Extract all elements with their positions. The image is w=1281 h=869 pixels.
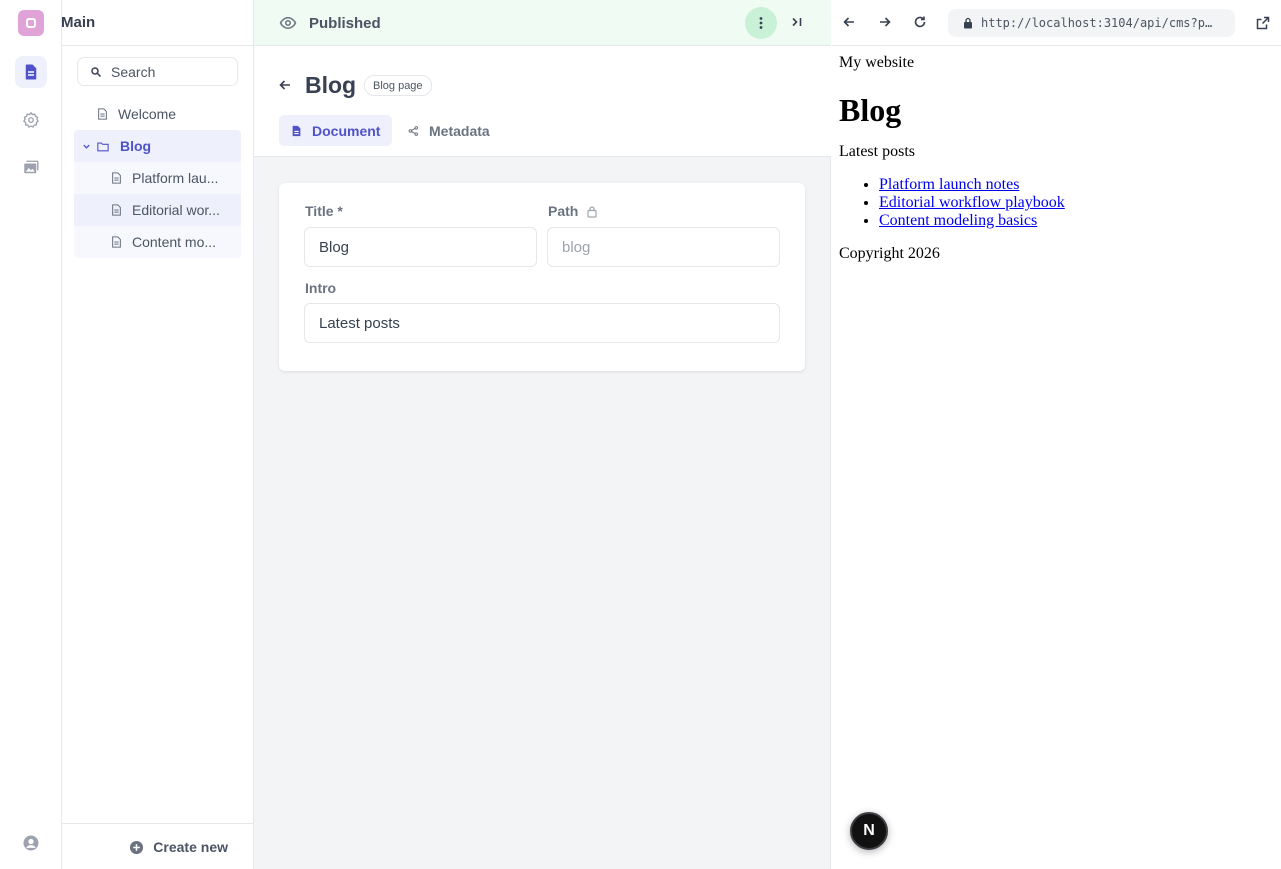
post-link[interactable]: Platform launch notes: [879, 176, 1019, 193]
content-nav-button[interactable]: [15, 56, 47, 88]
tree-item-blog[interactable]: Blog: [74, 130, 241, 162]
share-icon: [408, 125, 419, 136]
back-icon[interactable]: [842, 15, 856, 29]
tab-document[interactable]: Document: [279, 115, 393, 146]
tree-item-platform-launch[interactable]: Platform lau...: [74, 162, 241, 194]
site-brand: My website: [839, 54, 915, 71]
user-avatar-icon[interactable]: [22, 834, 40, 852]
tree-item-editorial-workflow[interactable]: Editorial wor...: [74, 194, 241, 226]
document-icon: [98, 108, 107, 120]
list-item: Editorial workflow playbook: [879, 194, 1269, 212]
icon-rail: [0, 0, 62, 869]
gear-icon: [22, 111, 40, 128]
site-footer: Copyright 2026: [839, 245, 940, 262]
collapse-panel-icon[interactable]: [790, 15, 804, 29]
intro-label-text: Intro: [305, 280, 337, 296]
media-nav-button[interactable]: [15, 152, 47, 184]
search-icon: [91, 66, 102, 77]
forward-icon[interactable]: [878, 15, 892, 29]
list-item: Platform launch notes: [879, 176, 1269, 194]
chevron-down-icon[interactable]: [82, 142, 91, 151]
post-link[interactable]: Editorial workflow playbook: [879, 194, 1065, 211]
folder-icon: [97, 142, 109, 151]
reload-icon[interactable]: [913, 15, 927, 29]
preview-panel: http://localhost:3104/api/cms?preview My…: [832, 0, 1281, 869]
title-label: Title *: [305, 203, 343, 219]
document-icon: [112, 236, 121, 248]
content-tree: Welcome Blog Platform lau... Editorial w…: [74, 98, 241, 258]
create-new-label: Create new: [153, 839, 228, 855]
site-preview: My website Blog Latest posts Platform la…: [839, 54, 1269, 263]
more-actions-button[interactable]: [745, 7, 777, 39]
search-box[interactable]: [77, 57, 238, 86]
title-label-text: Title *: [305, 203, 343, 219]
document-title: Blog: [305, 72, 357, 98]
path-label: Path: [548, 203, 598, 219]
content-sidebar: Main Welcome Blog Platform lau... Editor…: [61, 0, 254, 869]
path-label-text: Path: [548, 203, 579, 219]
post-link[interactable]: Content modeling basics: [879, 212, 1037, 229]
search-input[interactable]: [111, 63, 231, 80]
external-link-icon[interactable]: [1256, 16, 1270, 30]
images-icon: [24, 160, 39, 174]
next-logo-letter: N: [863, 822, 875, 839]
title-field[interactable]: Blog: [304, 227, 537, 267]
tree-item-welcome[interactable]: Welcome: [74, 98, 241, 130]
eye-icon: [279, 16, 297, 30]
list-item: Content modeling basics: [879, 212, 1269, 230]
lock-icon: [587, 205, 597, 218]
status-bar: Published: [254, 0, 831, 46]
document-icon: [112, 204, 121, 216]
path-field[interactable]: blog: [547, 227, 780, 267]
plus-circle-icon: [130, 840, 144, 854]
tab-metadata[interactable]: Metadata: [396, 115, 502, 146]
document-form: Title * Blog Path blog Intro Latest post…: [279, 183, 805, 371]
sidebar-footer: Create new: [62, 823, 254, 869]
app-logo-icon[interactable]: [18, 10, 44, 36]
workspace-title: Main: [61, 14, 96, 31]
document-icon: [292, 125, 301, 136]
editor-panel: Published Blog Blog page Document Metada…: [254, 0, 831, 869]
tree-item-content-modeling[interactable]: Content mo...: [74, 226, 241, 258]
lock-icon: [964, 17, 972, 29]
tree-item-label: Platform lau...: [132, 170, 219, 186]
type-badge: Blog page: [364, 75, 432, 96]
sidebar-header: Main: [61, 0, 254, 46]
arrow-left-icon[interactable]: [278, 78, 292, 92]
document-icon: [112, 172, 121, 184]
document-icon: [25, 64, 37, 80]
url-text: http://localhost:3104/api/cms?preview: [981, 16, 1216, 30]
site-intro: Latest posts: [839, 143, 915, 160]
tab-label: Metadata: [429, 122, 490, 139]
intro-field[interactable]: Latest posts: [304, 303, 780, 343]
next-dev-indicator[interactable]: N: [850, 812, 888, 850]
tree-item-label: Welcome: [118, 106, 177, 122]
url-bar[interactable]: http://localhost:3104/api/cms?preview: [948, 9, 1235, 37]
tab-label: Document: [312, 122, 381, 139]
tree-item-label: Content mo...: [132, 234, 217, 250]
intro-label: Intro: [305, 280, 336, 296]
publish-status-label: Published: [309, 14, 381, 32]
create-new-button[interactable]: Create new: [129, 839, 228, 855]
post-list: Platform launch notes Editorial workflow…: [879, 176, 1269, 230]
settings-nav-button[interactable]: [15, 104, 47, 136]
browser-toolbar: http://localhost:3104/api/cms?preview: [832, 0, 1281, 46]
tree-item-label: Editorial wor...: [132, 202, 220, 218]
more-vertical-icon: [759, 17, 763, 29]
publish-status: Published: [279, 14, 381, 32]
document-header: Blog Blog page Document Metadata: [254, 46, 831, 157]
site-heading: Blog: [839, 92, 902, 128]
tree-item-label: Blog: [120, 138, 152, 154]
